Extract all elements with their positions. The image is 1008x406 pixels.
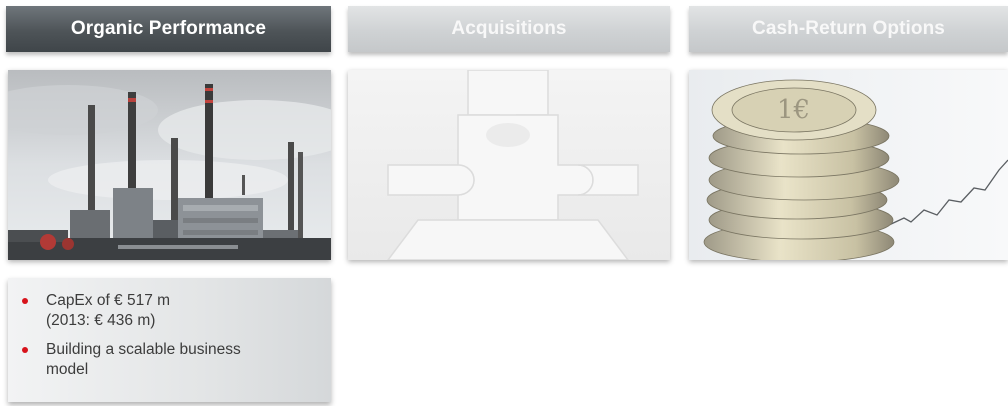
cash-return-options-header: Cash-Return Options: [689, 6, 1008, 52]
list-item: CapEx of € 517 m (2013: € 436 m): [22, 291, 319, 331]
svg-text:1€: 1€: [777, 95, 810, 125]
euro-coin-stack-image: 1€: [689, 70, 1008, 260]
bullet-icon: [22, 347, 28, 353]
acquisitions-header: Acquisitions: [348, 6, 670, 52]
list-item: Building a scalable business model: [22, 340, 319, 380]
organic-performance-details: CapEx of € 517 m (2013: € 436 m) Buildin…: [8, 278, 331, 402]
puzzle-pieces-image: [348, 70, 670, 260]
capex-text: CapEx of € 517 m (2013: € 436 m): [46, 292, 171, 329]
scalable-model-text: Building a scalable business model: [46, 341, 241, 378]
bullet-icon: [22, 298, 28, 304]
organic-performance-header: Organic Performance: [6, 6, 331, 52]
industrial-plant-image: [8, 70, 331, 260]
